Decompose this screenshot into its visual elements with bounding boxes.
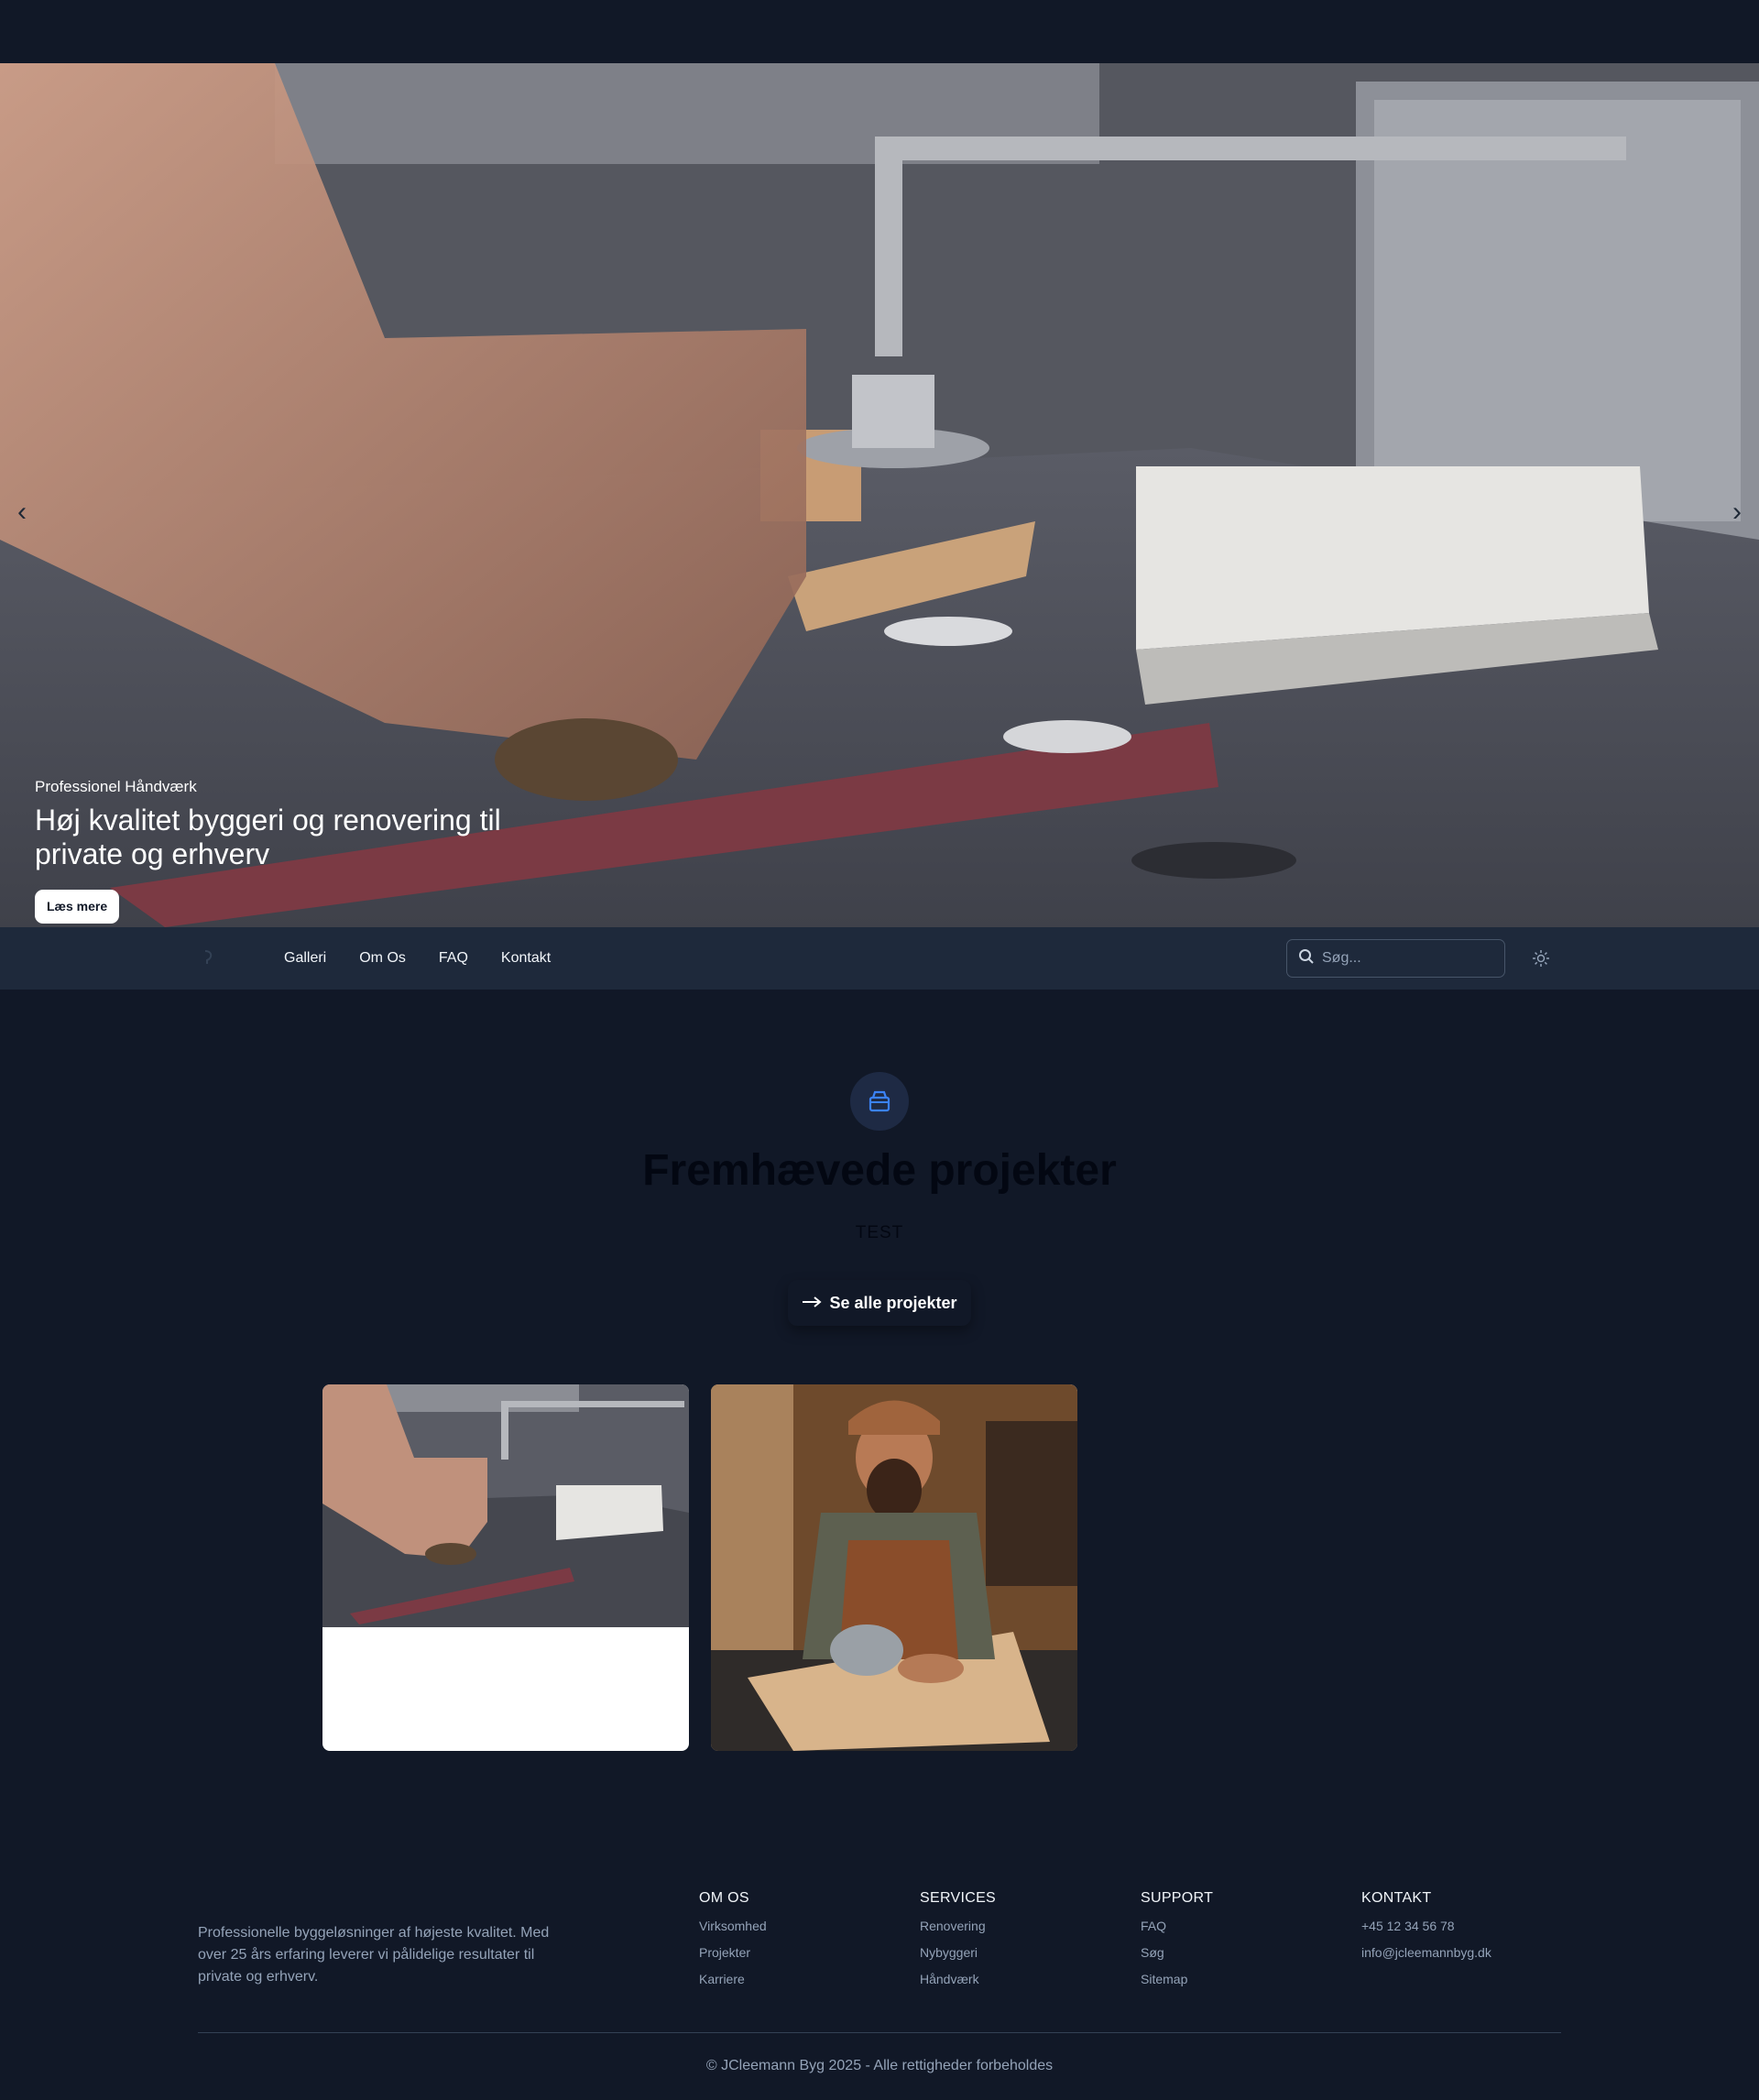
project-card[interactable] [711,1384,1077,1751]
footer-column-om-os: OM OS Virksomhed Projekter Karriere [699,1890,767,1998]
footer-heading: OM OS [699,1890,749,1906]
hero-title: Høj kvalitet byggeri og renovering til p… [35,804,501,870]
search-box [1286,939,1505,978]
footer-link-haandvaerk[interactable]: Håndværk [920,1972,996,1986]
nav-links: Galleri Om Os FAQ Kontakt [284,927,551,990]
footer-heading: SERVICES [920,1890,997,1906]
nav-link-galleri[interactable]: Galleri [284,950,326,967]
main-navbar: Galleri Om Os FAQ Kontakt [0,927,1759,990]
nav-link-faq[interactable]: FAQ [439,950,468,967]
package-icon [850,1072,909,1131]
footer-link-sitemap[interactable]: Sitemap [1141,1972,1213,1986]
top-bar [0,0,1759,63]
hero-eyebrow: Professionel Håndværk [35,778,197,795]
chevron-right-icon[interactable]: › [1724,494,1750,530]
featured-subtitle: TEST [855,1223,904,1242]
hero-caption: Professionel Håndværk Høj kvalitet bygge… [35,778,511,924]
see-all-projects-button[interactable]: Se alle projekter [788,1280,971,1326]
arrow-right-icon [802,1294,823,1313]
footer-link-renovering[interactable]: Renovering [920,1919,996,1933]
read-more-button[interactable]: Læs mere [35,890,120,924]
see-all-label: Se alle projekter [829,1293,957,1312]
footer-link-email[interactable]: info@jcleemannbyg.dk [1361,1945,1491,1960]
footer-heading: SUPPORT [1141,1890,1214,1906]
footer-link-faq[interactable]: FAQ [1141,1919,1213,1933]
project-image [711,1384,1077,1751]
hero-carousel: ‹ › Professionel Håndværk Høj kvalitet b… [0,63,1759,927]
footer-column-support: SUPPORT FAQ Søg Sitemap [1141,1890,1213,1998]
search-icon [1298,948,1315,969]
nav-link-kontakt[interactable]: Kontakt [501,950,551,967]
footer-link-virksomhed[interactable]: Virksomhed [699,1919,767,1933]
chevron-left-icon[interactable]: ‹ [9,494,35,530]
footer-link-nybyggeri[interactable]: Nybyggeri [920,1945,996,1960]
sun-icon[interactable] [1530,947,1552,969]
search-input[interactable] [1322,950,1496,967]
footer-link-phone[interactable]: +45 12 34 56 78 [1361,1919,1491,1933]
footer-divider [198,2032,1561,2033]
project-card[interactable] [322,1384,689,1751]
project-image [322,1384,689,1627]
footer-column-kontakt: KONTAKT +45 12 34 56 78 info@jcleemannby… [1361,1890,1491,1972]
logo-icon[interactable] [200,947,218,969]
footer-link-projekter[interactable]: Projekter [699,1945,767,1960]
footer-link-soeg[interactable]: Søg [1141,1945,1213,1960]
nav-link-om-os[interactable]: Om Os [359,950,406,967]
footer-about: Professionelle byggeløsninger af højeste… [198,1925,550,1985]
footer-link-karriere[interactable]: Karriere [699,1972,767,1986]
copyright: © JCleemann Byg 2025 - Alle rettigheder … [705,2058,1054,2073]
footer-column-services: SERVICES Renovering Nybyggeri Håndværk [920,1890,996,1998]
footer-heading: KONTAKT [1361,1890,1432,1906]
featured-title: Fremhævede projekter [642,1146,1117,1195]
